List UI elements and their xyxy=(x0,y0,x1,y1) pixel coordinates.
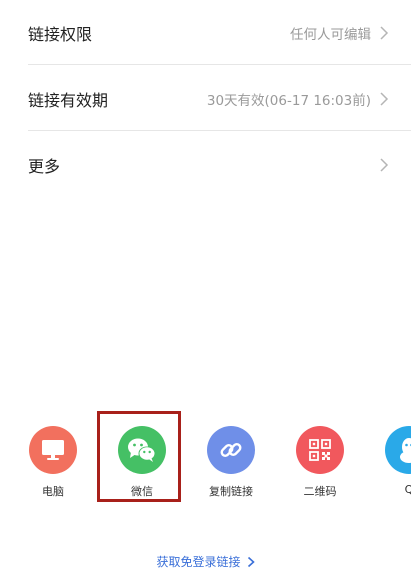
chevron-right-icon xyxy=(380,158,389,172)
share-bar: 电脑 微信 复制链接 二维码 Q xyxy=(0,426,411,506)
link-icon xyxy=(220,443,242,457)
share-qrcode-label: 二维码 xyxy=(303,485,337,498)
row-divider xyxy=(28,64,411,65)
chevron-right-icon xyxy=(380,92,389,106)
qq-icon xyxy=(400,438,411,463)
share-computer-label: 电脑 xyxy=(42,485,64,498)
link-permission-value: 任何人可编辑 xyxy=(290,27,371,43)
share-computer-button[interactable]: 电脑 xyxy=(13,426,93,499)
chevron-right-icon xyxy=(247,556,255,568)
row-divider xyxy=(28,130,411,131)
link-permission-row[interactable]: 链接权限 任何人可编辑 xyxy=(28,0,389,66)
monitor-icon xyxy=(42,440,64,460)
more-label: 更多 xyxy=(28,157,61,176)
share-copy-link-label: 复制链接 xyxy=(209,485,253,498)
link-permission-label: 链接权限 xyxy=(28,25,93,44)
get-login-free-link-label: 获取免登录链接 xyxy=(156,555,241,569)
get-login-free-link[interactable]: 获取免登录链接 xyxy=(0,553,411,570)
link-validity-label: 链接有效期 xyxy=(28,91,109,110)
link-validity-value: 30天有效(06-17 16:03前) xyxy=(206,93,371,109)
share-qq-label: Q xyxy=(404,483,411,496)
link-validity-row[interactable]: 链接有效期 30天有效(06-17 16:03前) xyxy=(28,66,389,132)
highlight-box xyxy=(97,411,181,502)
chevron-right-icon xyxy=(380,26,389,40)
share-qq-button[interactable]: Q xyxy=(369,426,411,496)
qrcode-icon xyxy=(309,439,331,461)
share-copy-link-button[interactable]: 复制链接 xyxy=(191,426,271,499)
share-qrcode-button[interactable]: 二维码 xyxy=(280,426,360,499)
more-row[interactable]: 更多 xyxy=(28,132,389,198)
